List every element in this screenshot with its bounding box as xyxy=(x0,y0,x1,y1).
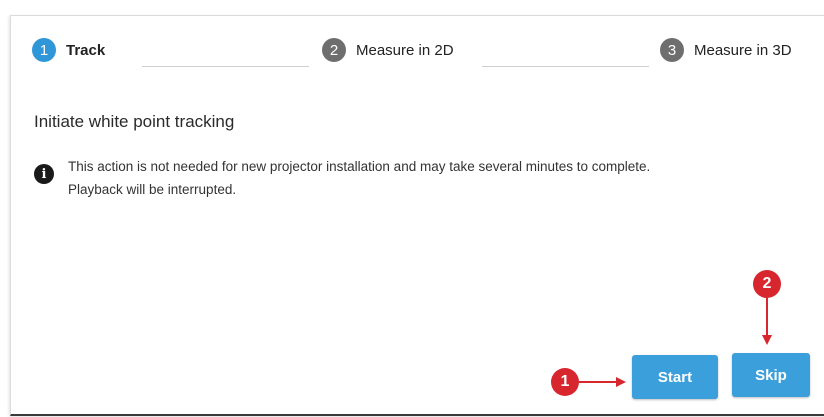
callout-1-arrowhead xyxy=(616,377,626,387)
callout-marker-1: 1 xyxy=(551,368,579,396)
start-button[interactable]: Start xyxy=(632,355,718,399)
callout-marker-2: 2 xyxy=(753,270,781,298)
skip-button[interactable]: Skip xyxy=(732,353,810,397)
callout-2-arrowhead xyxy=(762,335,772,345)
screenshot-frame: 1 Track 2 Measure in 2D 3 Measure in 3D … xyxy=(0,0,824,417)
